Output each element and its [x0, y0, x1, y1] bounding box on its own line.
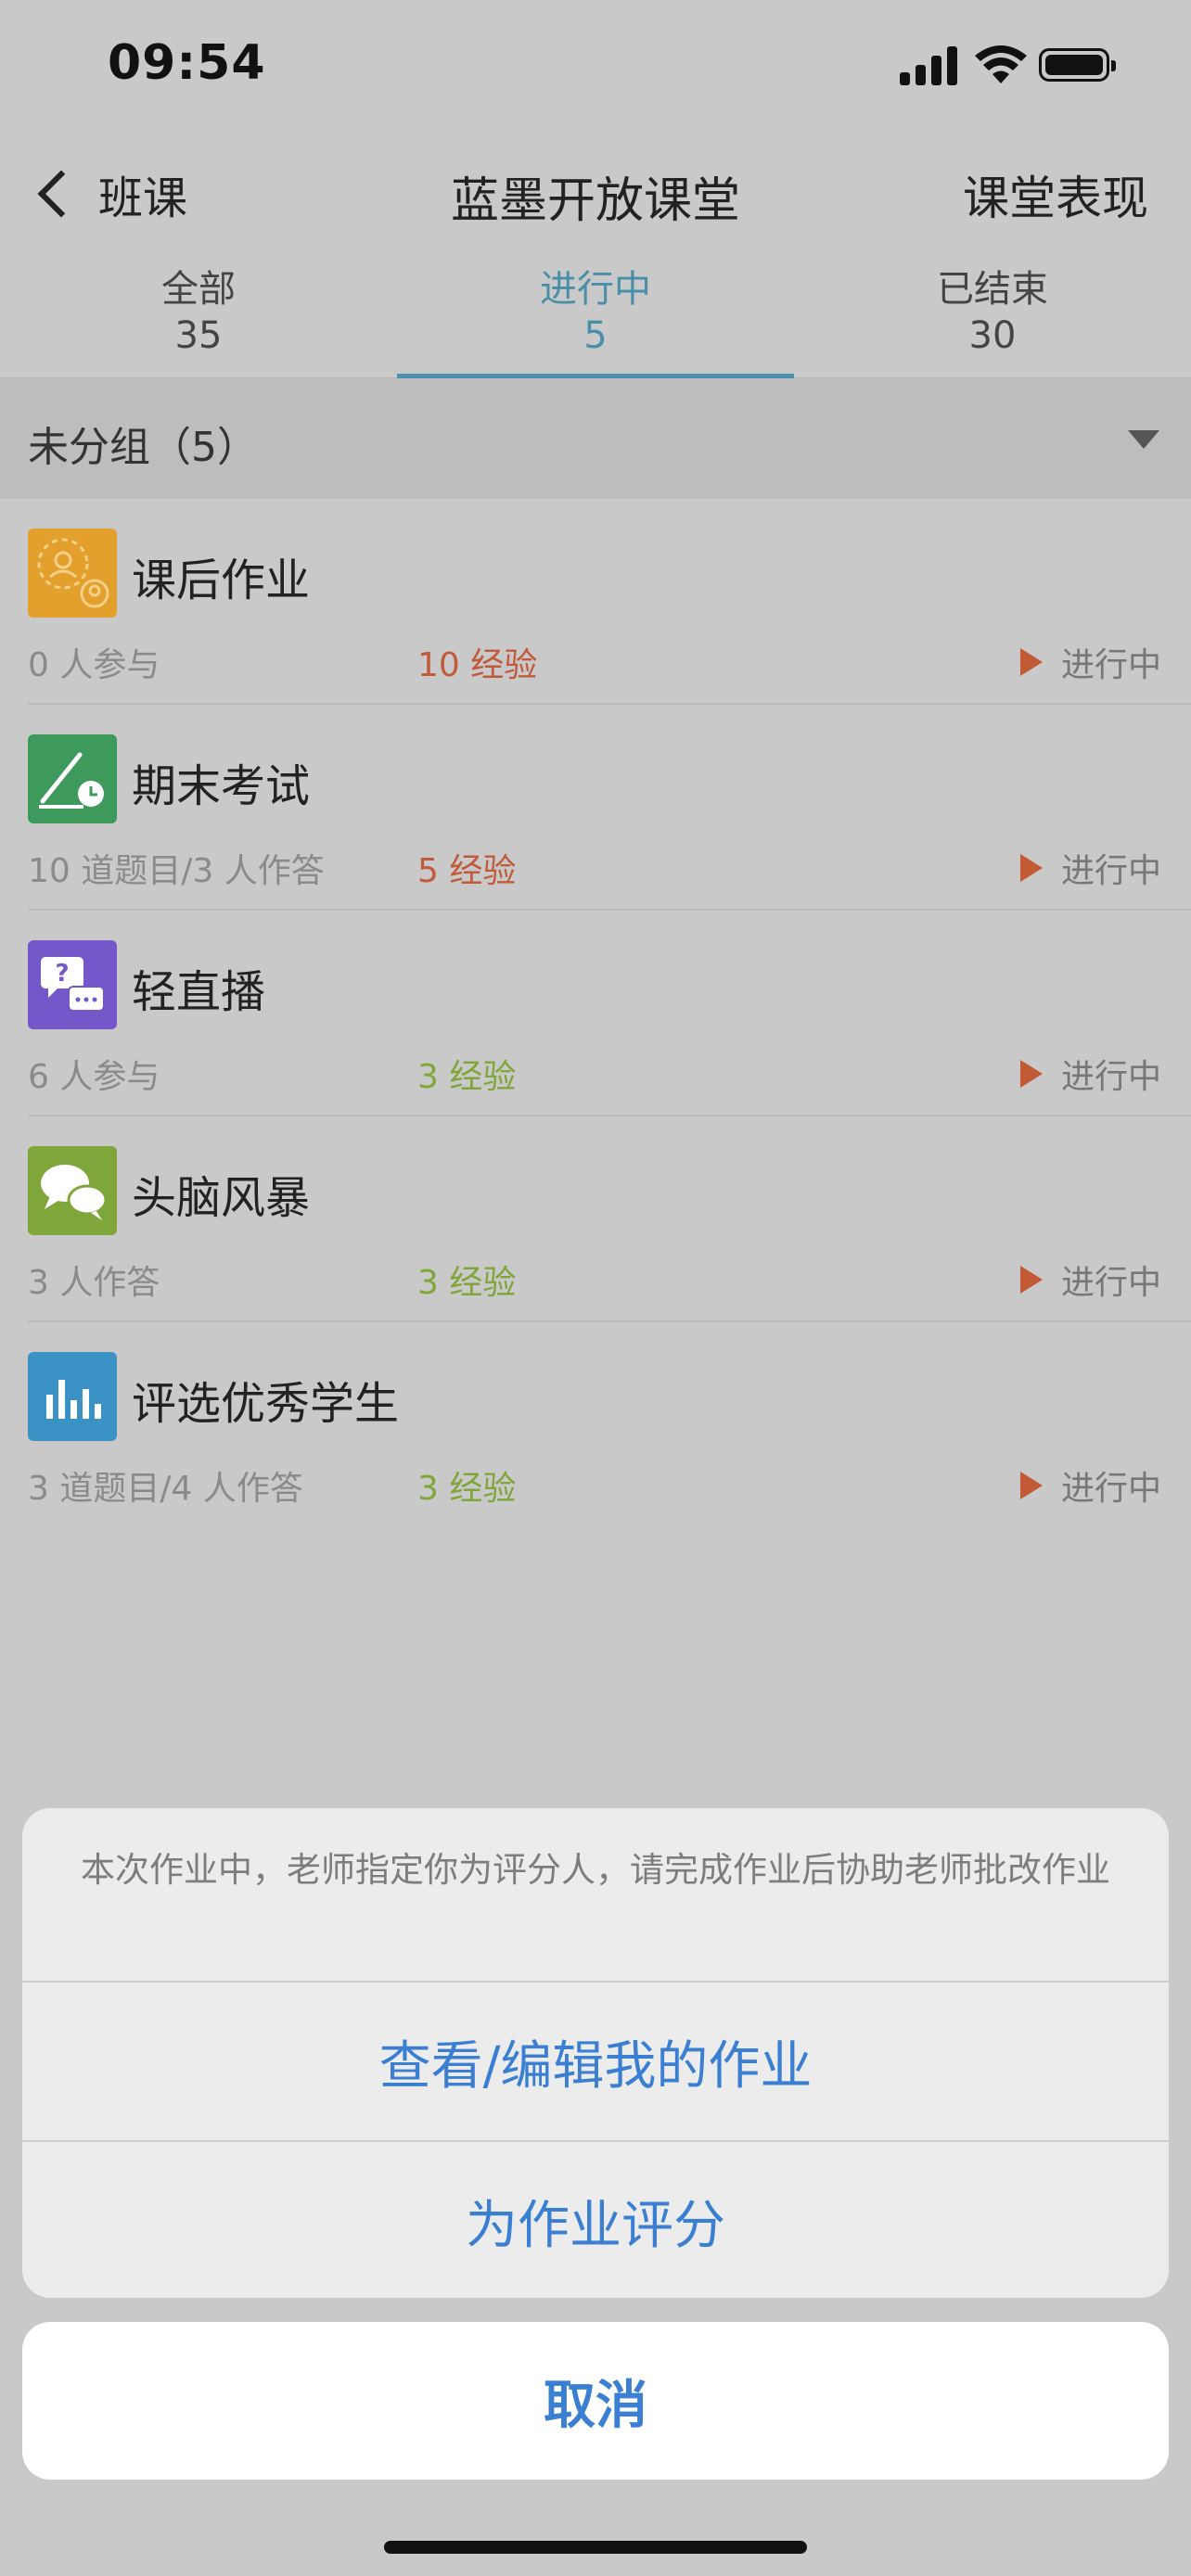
tab-ended[interactable]: 已结束 30 [794, 255, 1191, 377]
status-label: 进行中 [1060, 646, 1161, 684]
item-experience: 3 经验 [417, 1058, 517, 1096]
item-status: 进行中 [1019, 844, 1161, 892]
item-status: 进行中 [1019, 1256, 1161, 1304]
item-title: 期末考试 [132, 760, 311, 812]
tab-count: 30 [968, 314, 1017, 357]
play-icon [1019, 1266, 1043, 1294]
item-meta: 3 道题目/4 人作答 [28, 1470, 303, 1508]
item-title: 评选优秀学生 [132, 1378, 400, 1430]
speech-bubbles-icon [28, 1146, 117, 1235]
view-edit-homework-button[interactable]: 查看/编辑我的作业 [22, 1983, 1169, 2140]
item-status: 进行中 [1019, 1050, 1161, 1098]
item-experience: 3 经验 [417, 1470, 517, 1508]
item-experience: 3 经验 [417, 1264, 517, 1302]
play-icon [1019, 854, 1043, 882]
list-item[interactable]: 评选优秀学生 3 道题目/4 人作答 3 经验 进行中 [0, 1322, 1191, 1528]
signal-icon [900, 46, 959, 85]
item-status: 进行中 [1019, 638, 1161, 686]
group-users-icon [28, 529, 117, 618]
status-label: 进行中 [1060, 1058, 1161, 1096]
tab-in-progress[interactable]: 进行中 5 [397, 255, 794, 379]
item-meta: 10 道题目/3 人作答 [28, 852, 325, 890]
bar-chart-icon [28, 1352, 117, 1441]
tab-count: 5 [583, 314, 608, 357]
item-meta: 6 人参与 [28, 1058, 160, 1096]
tab-all[interactable]: 全部 35 [0, 255, 397, 377]
tab-label: 已结束 [937, 268, 1048, 311]
tab-label: 全部 [161, 268, 236, 311]
item-meta: 0 人参与 [28, 646, 160, 684]
item-title: 课后作业 [132, 555, 311, 606]
status-label: 进行中 [1060, 852, 1161, 890]
home-indicator [384, 2541, 807, 2554]
action-sheet-message: 本次作业中，老师指定你为评分人，请完成作业后协助老师批改作业 [81, 1850, 1110, 1890]
activity-list: 课后作业 0 人参与 10 经验 进行中 期末考试 10 道题目/3 人作答 5… [0, 499, 1191, 1528]
group-header[interactable]: 未分组（5） [0, 378, 1191, 499]
item-title: 头脑风暴 [132, 1172, 311, 1224]
tab-label: 进行中 [540, 268, 651, 311]
cancel-button[interactable]: 取消 [22, 2322, 1169, 2480]
play-icon [1019, 1060, 1043, 1088]
list-item[interactable]: 期末考试 10 道题目/3 人作答 5 经验 进行中 [0, 705, 1191, 911]
status-label: 进行中 [1060, 1470, 1161, 1508]
wifi-icon [975, 45, 1027, 83]
nav-bar: 班课 蓝墨开放课堂 课堂表现 [0, 139, 1191, 250]
list-item[interactable]: 头脑风暴 3 人作答 3 经验 进行中 [0, 1116, 1191, 1322]
battery-icon [1039, 48, 1116, 82]
item-meta: 3 人作答 [28, 1264, 160, 1302]
list-item[interactable]: ? 轻直播 6 人参与 3 经验 进行中 [0, 911, 1191, 1116]
pen-clock-icon [28, 734, 117, 823]
item-experience: 5 经验 [417, 852, 517, 890]
item-status: 进行中 [1019, 1461, 1161, 1510]
svg-text:?: ? [55, 960, 69, 988]
chat-question-icon: ? [28, 940, 117, 1029]
status-time: 09:54 [108, 35, 266, 91]
group-label: 未分组（5） [28, 424, 258, 471]
item-title: 轻直播 [132, 966, 266, 1018]
status-bar: 09:54 [0, 0, 1191, 139]
grade-homework-button[interactable]: 为作业评分 [22, 2142, 1169, 2298]
status-tabs: 全部 35 进行中 5 已结束 30 [0, 255, 1191, 379]
class-performance-button[interactable]: 课堂表现 [963, 161, 1148, 228]
play-icon [1019, 648, 1043, 676]
caret-down-icon [1128, 430, 1159, 449]
action-sheet: 本次作业中，老师指定你为评分人，请完成作业后协助老师批改作业 查看/编辑我的作业… [22, 1808, 1169, 2298]
item-experience: 10 经验 [417, 646, 538, 684]
list-item[interactable]: 课后作业 0 人参与 10 经验 进行中 [0, 499, 1191, 705]
status-label: 进行中 [1060, 1264, 1161, 1302]
play-icon [1019, 1472, 1043, 1499]
tab-count: 35 [174, 314, 223, 357]
